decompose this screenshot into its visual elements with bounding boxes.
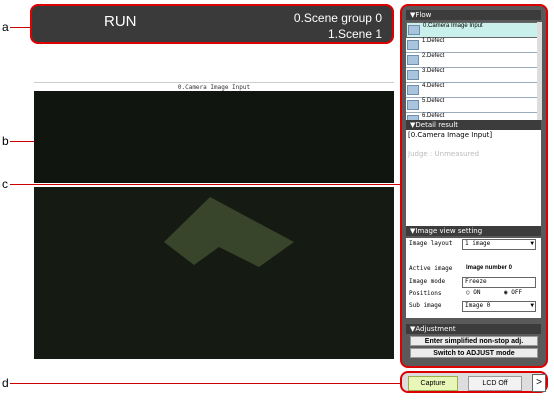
flow-item[interactable]: 5.Defect [406,98,541,113]
flow-section-header[interactable]: ▼Flow [406,10,541,20]
sub-image-select[interactable]: Image 0 ▼ [462,301,536,312]
workpiece-image [164,197,294,267]
run-mode-label: RUN [104,13,137,30]
defect-icon [407,100,419,110]
image-mode-field[interactable]: Freeze [462,277,536,288]
flow-item[interactable]: 0.Camera Image Input [406,22,541,38]
image-mode-label: Image mode [409,278,446,285]
flow-list[interactable]: 0.Camera Image Input 1.Defect 2.Defect 3… [406,22,541,120]
active-image-value: Image number 0 [466,265,513,271]
positions-on-radio[interactable]: ○ ON [466,289,480,296]
camera-image-bottom[interactable] [34,187,394,359]
detail-result: [0.Camera Image Input] Judge : Unmeasure… [406,130,541,226]
next-arrow-icon[interactable]: > [532,374,546,392]
flow-item[interactable]: 4.Defect [406,83,541,98]
control-panel: ▼Flow 0.Camera Image Input 1.Defect 2.De… [400,4,548,368]
adjustment-header[interactable]: ▼Adjustment [406,324,541,334]
positions-label: Positions [409,290,442,297]
bottom-toolbar: Capture LCD Off > [400,371,548,393]
detail-item: [0.Camera Image Input] [408,131,493,139]
sub-image-label: Sub image [409,302,442,309]
simplified-adj-button[interactable]: Enter simplified non-stop adj. [410,336,538,346]
image-view-header[interactable]: ▼Image view setting [406,226,541,236]
defect-icon [407,40,419,50]
adjust-mode-button[interactable]: Switch to ADJUST mode [410,348,538,358]
dropdown-icon: ▼ [530,302,534,309]
image-layout-select[interactable]: 1 image ▼ [462,239,536,250]
scene-group-label[interactable]: 0.Scene group 0 [294,11,382,25]
callout-b: b [2,134,9,148]
off-label: OFF [511,289,523,296]
dropdown-icon: ▼ [530,240,534,247]
callout-c: c [2,177,8,191]
callout-d: d [2,376,9,390]
judge-status: Judge : Unmeasured [408,150,480,158]
defect-icon [407,55,419,65]
camera-image-top[interactable] [34,91,394,183]
callout-b-line [10,141,34,142]
defect-icon [407,70,419,80]
capture-button[interactable]: Capture [408,376,458,391]
camera-icon [408,25,420,35]
flow-item[interactable]: 3.Defect [406,68,541,83]
flow-item[interactable]: 6.Defect [406,113,541,120]
flow-scrollbar[interactable] [537,22,542,120]
image-view-settings: Image layout 1 image ▼ Active image Imag… [406,238,541,318]
image-layout-label: Image layout [409,240,453,247]
callout-c-line [10,184,402,185]
sub-image-value: Image 0 [465,302,491,309]
callout-a-line [10,27,32,28]
image-mode-value: Freeze [465,278,487,285]
status-header: RUN 0.Scene group 0 1.Scene 1 [30,4,394,44]
defect-icon [407,85,419,95]
positions-off-radio[interactable]: ◉ OFF [504,289,522,296]
callout-d-line [10,383,402,384]
flow-item[interactable]: 1.Defect [406,38,541,53]
callout-a: a [2,20,9,34]
active-image-label: Active image [409,265,453,272]
flow-item[interactable]: 2.Defect [406,53,541,68]
image-layout-value: 1 image [465,240,491,247]
on-label: ON [473,289,481,296]
lcd-off-button[interactable]: LCD Off [468,376,522,391]
detail-section-header[interactable]: ▼Detail result [406,120,541,130]
scene-label[interactable]: 1.Scene 1 [328,27,382,41]
